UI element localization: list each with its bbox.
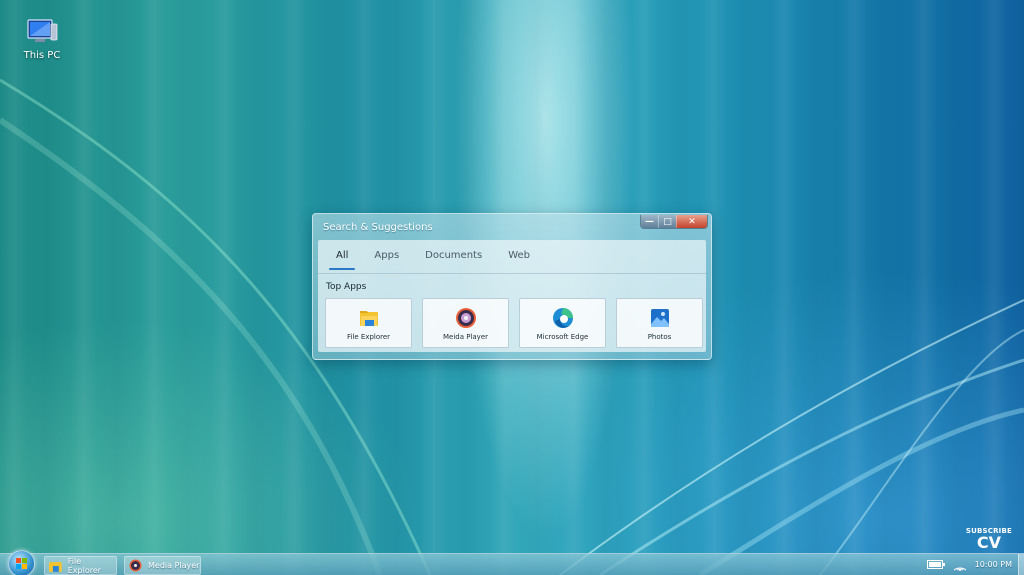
- app-label: Meida Player: [442, 333, 489, 341]
- minimize-button[interactable]: —: [641, 215, 658, 228]
- close-icon: ✕: [688, 216, 696, 227]
- subscribe-watermark: SUBSCRIBE CV: [966, 527, 1012, 551]
- edge-icon: [552, 308, 573, 328]
- search-suggestions-window: Search & Suggestions — □ ✕ All Apps Docu…: [312, 213, 712, 360]
- app-label: Microsoft Edge: [536, 333, 589, 341]
- clock[interactable]: 10:00 PM: [975, 560, 1012, 569]
- start-button[interactable]: [8, 550, 35, 575]
- desktop-icon-label: This PC: [23, 50, 61, 61]
- maximize-icon: □: [663, 216, 672, 227]
- folder-icon: [49, 561, 62, 572]
- taskbar-item-label: File Explorer: [67, 556, 102, 575]
- desktop-icon-this-pc[interactable]: This PC: [18, 18, 66, 61]
- tab-web[interactable]: Web: [498, 248, 540, 270]
- system-tray: 10:00 PM: [926, 557, 1012, 572]
- window-controls: — □ ✕: [640, 215, 708, 229]
- media-disc-icon: [129, 559, 142, 572]
- taskbar-item-label: Media Player: [148, 561, 200, 570]
- maximize-button[interactable]: □: [658, 215, 676, 228]
- photos-icon: [650, 309, 669, 327]
- window-body: All Apps Documents Web Top Apps File Exp…: [318, 240, 706, 352]
- monitor-icon: [27, 19, 58, 42]
- app-label: File Explorer: [346, 333, 391, 341]
- taskbar-item-media-player[interactable]: Media Player: [124, 556, 201, 575]
- taskbar: File Explorer Media Player 10:00 PM: [0, 550, 1024, 575]
- app-label: Photos: [647, 333, 672, 341]
- windows-orb-icon: [16, 558, 27, 569]
- tab-all[interactable]: All: [326, 248, 358, 270]
- top-apps-list: File Explorer Meida Player Microsoft Edg…: [325, 298, 713, 348]
- window-title: Search & Suggestions: [323, 222, 433, 233]
- section-title-top-apps: Top Apps: [326, 282, 367, 292]
- tab-documents[interactable]: Documents: [415, 248, 492, 270]
- minimize-icon: —: [645, 216, 654, 227]
- desktop: This PC Search & Suggestions — □ ✕ All A…: [0, 0, 1024, 575]
- tab-divider: [318, 273, 706, 274]
- folder-icon: [359, 311, 378, 326]
- close-button[interactable]: ✕: [676, 215, 707, 228]
- watermark-logo: CV: [976, 533, 1001, 552]
- tab-apps[interactable]: Apps: [364, 248, 409, 270]
- tab-bar: All Apps Documents Web: [326, 248, 546, 270]
- show-desktop-button[interactable]: [1018, 554, 1024, 575]
- app-card-file-explorer[interactable]: File Explorer: [325, 298, 412, 348]
- app-card-media-player[interactable]: Meida Player: [422, 298, 509, 348]
- media-disc-icon: [455, 308, 476, 328]
- taskbar-item-file-explorer[interactable]: File Explorer: [44, 556, 117, 575]
- app-card-microsoft-edge[interactable]: Microsoft Edge: [519, 298, 606, 348]
- battery-icon[interactable]: [926, 560, 945, 569]
- app-card-photos[interactable]: Photos: [616, 298, 703, 348]
- wifi-icon[interactable]: [953, 559, 967, 571]
